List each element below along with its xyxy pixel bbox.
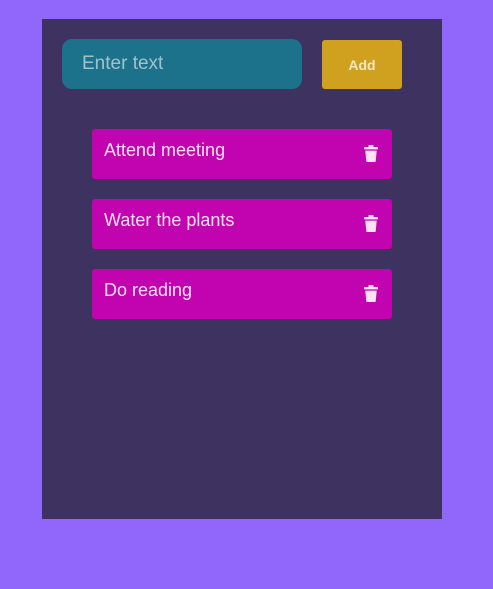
delete-todo-button[interactable] (358, 209, 384, 235)
todo-item: Water the plants (92, 199, 392, 249)
todo-app-panel: Add Attend meeting Water the plants (42, 19, 442, 519)
delete-todo-button[interactable] (358, 139, 384, 165)
delete-todo-button[interactable] (358, 279, 384, 305)
add-button[interactable]: Add (322, 40, 402, 89)
trash-icon (364, 285, 378, 302)
todo-text-input[interactable] (62, 39, 302, 89)
todo-item: Attend meeting (92, 129, 392, 179)
trash-icon (364, 145, 378, 162)
todo-item: Do reading (92, 269, 392, 319)
todo-item-text: Water the plants (104, 210, 235, 230)
todo-item-text: Attend meeting (104, 140, 226, 160)
todo-item-text: Do reading (104, 280, 193, 300)
todo-list: Attend meeting Water the plants Do readi… (92, 129, 392, 339)
trash-icon (364, 215, 378, 232)
